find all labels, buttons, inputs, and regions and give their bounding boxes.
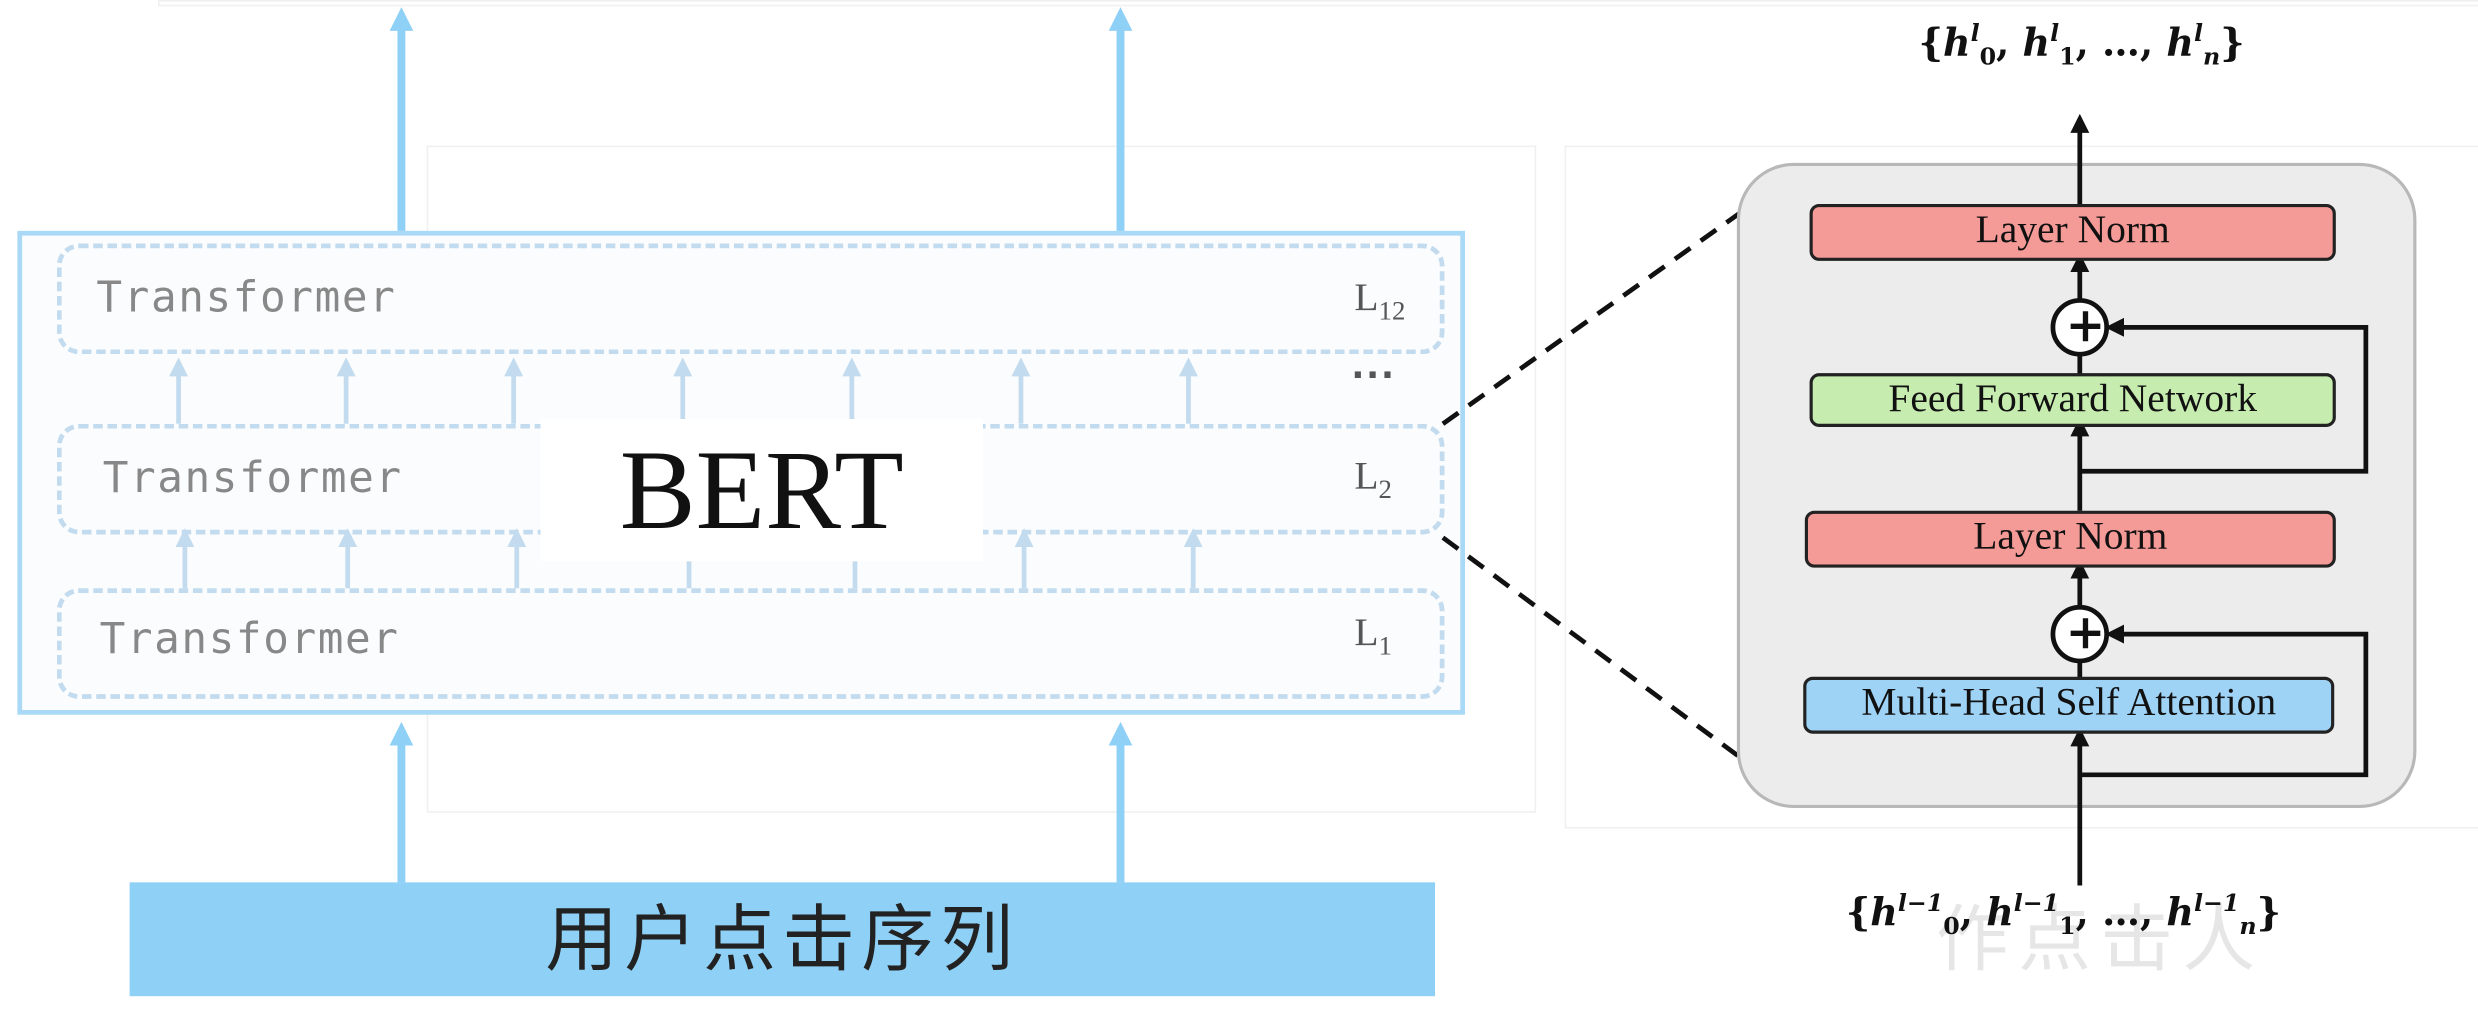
diagram-canvas: Transformer L12 Transformer L2 Transform… — [0, 0, 2478, 1012]
feed-forward-network-box: Feed Forward Network — [1809, 373, 2336, 427]
block-output-hidden-states: {hl0, hl1, …, hln} — [1918, 18, 2245, 71]
add-symbol-lower: + — [2065, 605, 2106, 661]
layer-norm-top: Layer Norm — [1809, 203, 2336, 261]
transformer-block-arrows — [2050, 113, 2369, 886]
multi-head-self-attention-box: Multi-Head Self Attention — [1803, 676, 2335, 734]
add-symbol-upper: + — [2065, 298, 2106, 355]
layer-norm-bottom: Layer Norm — [1804, 510, 2336, 568]
block-input-hidden-states: {hl−10, hl−11, …, hl−1n} — [1845, 888, 2282, 941]
